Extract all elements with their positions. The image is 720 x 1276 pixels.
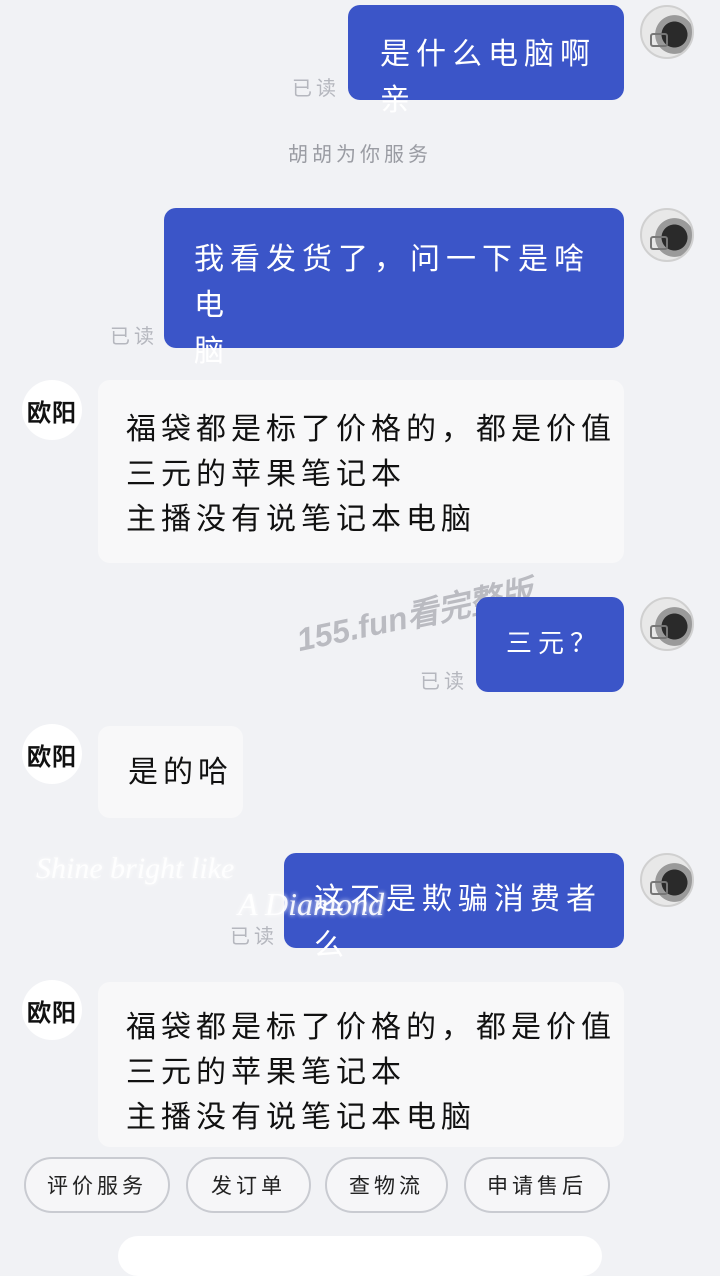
read-status: 已读 — [230, 924, 278, 948]
message-text: 是的哈 — [128, 755, 233, 790]
user-avatar[interactable] — [640, 5, 694, 59]
sparkle-overlay-text: Shine bright like — [36, 852, 235, 885]
message-bubble-outgoing[interactable]: 我看发货了，问一下是啥电 脑 — [164, 208, 624, 369]
message-text: 三元？ — [506, 629, 603, 659]
user-avatar[interactable] — [640, 853, 694, 907]
message-bubble-incoming[interactable]: 福袋都是标了价格的，都是价值 三元的苹果笔记本 主播没有说笔记本电脑 — [98, 982, 624, 1147]
track-shipping-button[interactable]: 查物流 — [325, 1157, 448, 1213]
shop-avatar-label: 欧阳 — [27, 997, 77, 1027]
message-text-line: 三元的苹果笔记本 — [126, 457, 406, 492]
send-order-button[interactable]: 发订单 — [186, 1157, 311, 1213]
message-text-line: 主播没有说笔记本电脑 — [126, 1100, 476, 1135]
user-avatar[interactable] — [640, 597, 694, 651]
shop-avatar[interactable]: 欧阳 — [22, 724, 82, 784]
message-text-line: 主播没有说笔记本电脑 — [126, 502, 476, 537]
message-bubble-incoming[interactable]: 是的哈 — [98, 726, 243, 818]
after-sales-button[interactable]: 申请售后 — [464, 1157, 610, 1213]
message-bubble-outgoing[interactable]: 三元？ — [476, 597, 624, 692]
message-text: 是什么电脑啊亲 — [380, 37, 596, 118]
sparkle-overlay-text: A Diamond — [238, 886, 385, 922]
message-text-line: 福袋都是标了价格的，都是价值 — [126, 1010, 616, 1045]
message-text-line: 三元的苹果笔记本 — [126, 1055, 406, 1090]
message-text-line: 福袋都是标了价格的，都是价值 — [126, 412, 616, 447]
read-status: 已读 — [420, 669, 468, 693]
shop-avatar-label: 欧阳 — [27, 397, 77, 427]
quick-action-bar: 评价服务 发订单 查物流 申请售后 — [0, 1145, 720, 1245]
read-status: 已读 — [110, 324, 158, 348]
message-text-line: 脑 — [194, 334, 230, 369]
rate-service-button[interactable]: 评价服务 — [24, 1157, 170, 1213]
shop-avatar[interactable]: 欧阳 — [22, 380, 82, 440]
message-input[interactable] — [118, 1236, 602, 1276]
shop-avatar[interactable]: 欧阳 — [22, 980, 82, 1040]
system-notice: 胡胡为你服务 — [288, 142, 432, 166]
message-text-line: 我看发货了，问一下是啥电 — [194, 242, 590, 323]
shop-avatar-label: 欧阳 — [27, 741, 77, 771]
user-avatar[interactable] — [640, 208, 694, 262]
message-bubble-incoming[interactable]: 福袋都是标了价格的，都是价值 三元的苹果笔记本 主播没有说笔记本电脑 — [98, 380, 624, 563]
read-status: 已读 — [292, 76, 340, 100]
message-bubble-outgoing[interactable]: 是什么电脑啊亲 — [348, 5, 624, 118]
